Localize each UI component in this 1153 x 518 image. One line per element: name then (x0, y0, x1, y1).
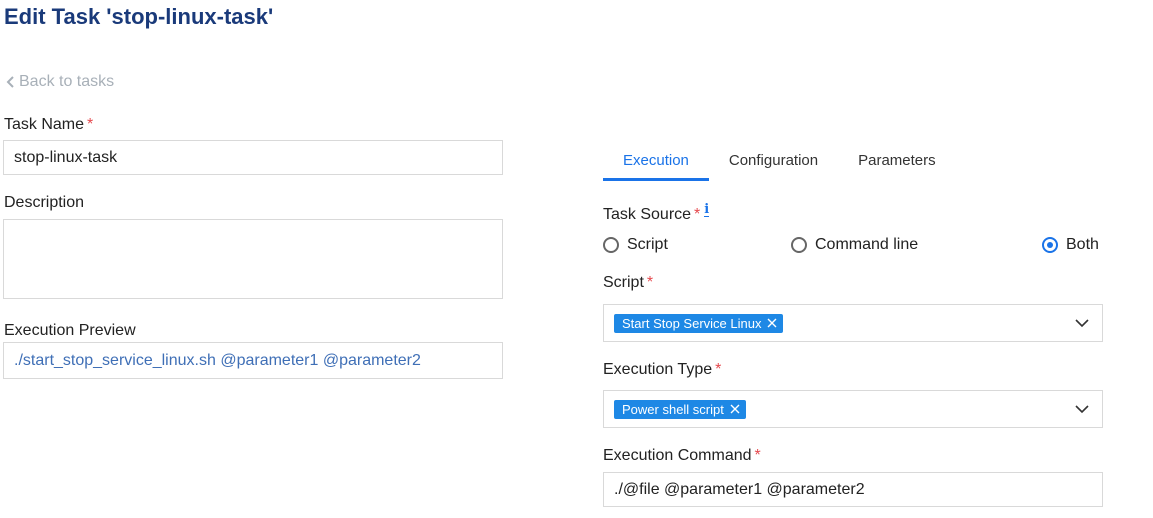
chevron-down-icon[interactable] (1074, 401, 1090, 417)
tab-parameters[interactable]: Parameters (858, 146, 936, 181)
radio-checked-icon (1042, 237, 1058, 253)
chevron-left-icon (6, 76, 14, 88)
task-name-label-text: Task Name (4, 116, 85, 133)
description-textarea[interactable] (3, 219, 503, 299)
script-label: Script * (603, 274, 653, 292)
radio-command-line[interactable]: Command line (791, 236, 918, 254)
script-select[interactable]: Start Stop Service Linux (603, 304, 1103, 342)
page-title: Edit Task 'stop-linux-task' (4, 4, 274, 29)
info-icon[interactable]: i (704, 203, 710, 217)
required-marker: * (646, 274, 654, 291)
required-marker: * (87, 116, 94, 133)
radio-circle-icon (603, 237, 619, 253)
script-chip: Start Stop Service Linux (614, 313, 784, 333)
execution-command-input[interactable] (603, 472, 1103, 507)
execution-preview-label: Execution Preview (4, 322, 136, 339)
chevron-down-icon[interactable] (1074, 315, 1090, 331)
radio-both[interactable]: Both (1042, 236, 1099, 254)
radio-circle-icon (791, 237, 807, 253)
required-marker: * (694, 206, 701, 223)
execution-type-label: Execution Type * (603, 361, 721, 379)
execution-type-select[interactable]: Power shell script (603, 390, 1103, 428)
task-tabs: Execution Configuration Parameters (603, 146, 976, 181)
execution-type-label-text: Execution Type (603, 361, 713, 378)
task-name-label: Task Name * (4, 116, 93, 134)
execution-command-label-text: Execution Command (603, 447, 752, 464)
back-to-tasks-link[interactable]: Back to tasks (6, 73, 114, 91)
radio-script-label: Script (627, 236, 668, 253)
required-marker: * (715, 361, 722, 378)
script-label-text: Script (603, 274, 644, 291)
execution-command-label: Execution Command * (603, 447, 761, 465)
required-marker: * (754, 447, 761, 464)
close-icon[interactable] (730, 404, 740, 414)
radio-both-label: Both (1066, 236, 1099, 253)
tab-configuration[interactable]: Configuration (729, 146, 818, 181)
close-icon[interactable] (767, 318, 777, 328)
execution-type-chip-label: Power shell script (622, 401, 724, 417)
edit-task-page: Edit Task 'stop-linux-task' Back to task… (0, 0, 1153, 518)
radio-command-line-label: Command line (815, 236, 919, 253)
task-source-label-text: Task Source (603, 206, 692, 223)
script-chip-label: Start Stop Service Linux (622, 315, 762, 331)
back-to-tasks-label: Back to tasks (19, 73, 115, 90)
task-source-label: Task Source * i (603, 203, 710, 224)
description-label: Description (4, 194, 85, 211)
tab-execution[interactable]: Execution (603, 146, 709, 181)
radio-script[interactable]: Script (603, 236, 668, 254)
execution-preview-value: ./start_stop_service_linux.sh @parameter… (3, 342, 503, 379)
execution-type-chip: Power shell script (614, 399, 746, 419)
task-name-input[interactable] (3, 140, 503, 175)
